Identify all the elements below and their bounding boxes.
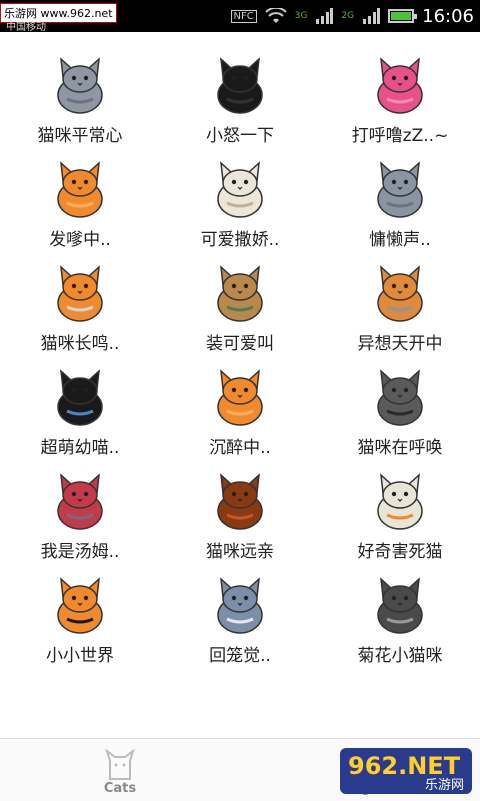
sound-item-label: 沉醉中.. bbox=[209, 438, 271, 458]
black-cat-angry-icon bbox=[217, 57, 263, 114]
cat-in-toilet-icon bbox=[377, 473, 423, 530]
carrier-label: 中国移动 bbox=[6, 22, 46, 33]
cat-yarn-icon bbox=[377, 265, 423, 322]
network-3g-label: 3G bbox=[294, 11, 308, 21]
sound-item-label: 打呼噜zZ..~ bbox=[351, 126, 449, 146]
sound-item-label: 猫咪远亲 bbox=[206, 542, 274, 562]
black-cat-litter-icon bbox=[57, 369, 103, 426]
status-bar: 乐游网 www.962.net 中国移动 NFC 3G 2G 16:06 bbox=[0, 0, 480, 33]
gray-cat-sitting-icon bbox=[57, 57, 103, 114]
status-icons: NFC 3G 2G 16:06 bbox=[230, 0, 474, 32]
sound-item[interactable]: 好奇害死猫 bbox=[320, 461, 480, 565]
tabby-cat-jumping-icon bbox=[377, 369, 423, 426]
sound-item[interactable]: 发嗲中.. bbox=[0, 149, 160, 253]
sound-item[interactable]: 超萌幼喵.. bbox=[0, 357, 160, 461]
sound-item[interactable]: 小小世界 bbox=[0, 565, 160, 669]
gray-cat-back-icon bbox=[377, 577, 423, 634]
tab-cats[interactable]: Cats bbox=[0, 739, 240, 801]
wifi-icon bbox=[265, 8, 287, 23]
orange-cat-cage-icon bbox=[57, 265, 103, 322]
lion-icon bbox=[217, 473, 263, 530]
logo-subtext: 乐游网 bbox=[424, 778, 464, 793]
cat-in-box-icon bbox=[217, 265, 263, 322]
orange-cat-standing-icon bbox=[217, 369, 263, 426]
sound-item[interactable]: 猫咪远亲 bbox=[160, 461, 320, 565]
site-logo: 962.NET 乐游网 bbox=[340, 748, 472, 794]
network-2g-label: 2G bbox=[341, 11, 355, 21]
sound-item[interactable]: 沉醉中.. bbox=[160, 357, 320, 461]
gray-cat-lying-icon bbox=[377, 161, 423, 218]
sound-item-label: 慵懒声.. bbox=[369, 230, 431, 250]
sound-item[interactable]: 我是汤姆.. bbox=[0, 461, 160, 565]
sound-item[interactable]: 装可爱叫 bbox=[160, 253, 320, 357]
sound-item-label: 菊花小猫咪 bbox=[357, 646, 443, 666]
sound-item[interactable]: 猫咪在呼唤 bbox=[320, 357, 480, 461]
sound-item[interactable]: 猫咪长鸣.. bbox=[0, 253, 160, 357]
cat-tab-icon bbox=[105, 748, 135, 780]
white-cat-icon bbox=[217, 161, 263, 218]
sound-item[interactable]: 菊花小猫咪 bbox=[320, 565, 480, 669]
cat-in-basket-icon bbox=[57, 473, 103, 530]
clock: 16:06 bbox=[422, 5, 474, 27]
sound-item-label: 可爱撒娇.. bbox=[200, 230, 280, 250]
sound-item-label: 回笼觉.. bbox=[209, 646, 271, 666]
sound-item[interactable]: 猫咪平常心 bbox=[0, 45, 160, 149]
tab-cats-label: Cats bbox=[103, 781, 137, 796]
sound-item-label: 我是汤姆.. bbox=[40, 542, 120, 562]
sound-item-label: 猫咪长鸣.. bbox=[40, 334, 120, 354]
sound-item-label: 猫咪平常心 bbox=[37, 126, 123, 146]
sound-item-label: 超萌幼喵.. bbox=[40, 438, 120, 458]
battery-icon bbox=[388, 9, 418, 23]
sound-item[interactable]: 小怒一下 bbox=[160, 45, 320, 149]
sound-item-label: 小怒一下 bbox=[206, 126, 274, 146]
sound-item[interactable]: 慵懒声.. bbox=[320, 149, 480, 253]
pink-cat-sleeping-icon bbox=[377, 57, 423, 114]
sound-item[interactable]: 打呼噜zZ..~ bbox=[320, 45, 480, 149]
sound-item-label: 小小世界 bbox=[46, 646, 114, 666]
signal-bars-icon bbox=[316, 8, 334, 24]
sound-item-label: 好奇害死猫 bbox=[357, 542, 443, 562]
orange-cat-fish-icon bbox=[57, 161, 103, 218]
sound-item-label: 猫咪在呼唤 bbox=[357, 438, 443, 458]
sound-item[interactable]: 回笼觉.. bbox=[160, 565, 320, 669]
cat-on-laptop-icon bbox=[217, 577, 263, 634]
signal-bars-2-icon bbox=[363, 8, 381, 24]
sound-item[interactable]: 可爱撒娇.. bbox=[160, 149, 320, 253]
sound-item-label: 装可爱叫 bbox=[206, 334, 274, 354]
nfc-icon: NFC bbox=[230, 9, 257, 23]
sound-item[interactable]: 异想天开中 bbox=[320, 253, 480, 357]
sound-item-label: 发嗲中.. bbox=[49, 230, 111, 250]
cat-in-pumpkin-icon bbox=[57, 577, 103, 634]
sound-item-label: 异想天开中 bbox=[357, 334, 443, 354]
